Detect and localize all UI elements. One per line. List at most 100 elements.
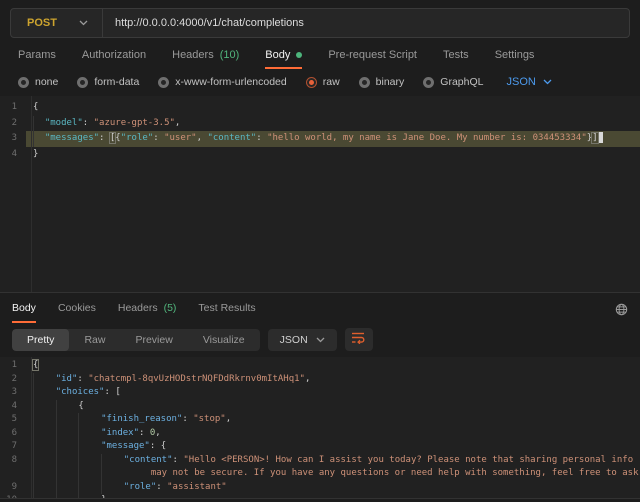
code-line: 8 "content": "Hello <PERSON>! How can I …	[0, 454, 640, 468]
code-content: "model": "azure-gpt-3.5",	[26, 116, 640, 132]
response-tab-body[interactable]: Body	[12, 295, 36, 323]
tab-label: Authorization	[82, 49, 146, 61]
globe-button[interactable]	[615, 295, 628, 323]
code-line: 2 "model": "azure-gpt-3.5",	[0, 116, 640, 132]
response-tab-label: Headers	[118, 302, 158, 314]
body-format-label: JSON	[506, 76, 535, 88]
body-type-graphql[interactable]: GraphQL	[423, 76, 483, 88]
method-dropdown[interactable]: POST	[11, 9, 102, 37]
radio-icon	[306, 77, 317, 88]
tab-label: Settings	[495, 49, 535, 61]
body-type-label: GraphQL	[440, 76, 483, 88]
tab-params[interactable]: Params	[18, 42, 56, 69]
code-line: 4}	[0, 147, 640, 163]
view-pretty[interactable]: Pretty	[12, 329, 69, 351]
radio-icon	[77, 77, 88, 88]
unsaved-changes-dot	[296, 52, 302, 58]
code-line: 6 "index": 0,	[0, 427, 640, 441]
response-body-editor[interactable]: 1{2 "id": "chatcmpl-8qvUzHODstrNQFDdRkrn…	[0, 357, 640, 499]
tab-label: Headers	[172, 49, 214, 61]
body-type-none[interactable]: none	[18, 76, 58, 88]
line-number: 1	[0, 100, 26, 116]
code-line: 7 "message": {	[0, 440, 640, 454]
tab-authorization[interactable]: Authorization	[82, 42, 146, 69]
url-input[interactable]: http://0.0.0.0:4000/v1/chat/completions	[103, 9, 629, 37]
code-content: }	[26, 494, 640, 499]
chevron-down-icon	[79, 20, 88, 26]
code-line: 2 "id": "chatcmpl-8qvUzHODstrNQFDdRkrnv0…	[0, 373, 640, 387]
tab-headers[interactable]: Headers(10)	[172, 42, 239, 69]
line-number: 5	[0, 413, 26, 427]
response-tab-label: Test Results	[198, 302, 255, 314]
line-number: 3	[0, 386, 26, 400]
code-content: "message": {	[26, 440, 640, 454]
wrap-text-icon	[351, 331, 366, 349]
line-number: 9	[0, 481, 26, 495]
code-content: {	[26, 400, 640, 414]
line-number: 7	[0, 440, 26, 454]
request-tabs: Params Authorization Headers(10) Body Pre-re…	[0, 42, 640, 69]
body-type-form-data[interactable]: form-data	[77, 76, 139, 88]
response-tabs: Body Cookies Headers (5) Test Results	[0, 295, 640, 323]
code-content: {	[26, 359, 640, 373]
body-type-label: x-www-form-urlencoded	[175, 76, 286, 88]
response-tab-label: Body	[12, 302, 36, 314]
gutter-divider	[31, 96, 32, 292]
body-type-label: binary	[376, 76, 405, 88]
line-number: 2	[0, 116, 26, 132]
line-number: 10	[0, 494, 26, 499]
response-toolbar: PrettyRawPreviewVisualize JSON	[0, 323, 640, 357]
code-line: 3 "messages": [{"role": "user", "content…	[0, 131, 640, 147]
tab-tests[interactable]: Tests	[443, 42, 469, 69]
wrap-text-button[interactable]	[345, 328, 373, 351]
view-raw[interactable]: Raw	[69, 329, 120, 351]
response-format-dropdown[interactable]: JSON	[268, 329, 337, 351]
method-label: POST	[27, 17, 57, 29]
code-line: may not be secure. If you have any quest…	[0, 467, 640, 481]
code-line: 5 "finish_reason": "stop",	[0, 413, 640, 427]
tab-label: Params	[18, 49, 56, 61]
radio-icon	[158, 77, 169, 88]
request-body-editor[interactable]: 1{2 "model": "azure-gpt-3.5",3 "messages…	[0, 96, 640, 293]
line-number: 4	[0, 147, 26, 163]
tab-pre-request-script[interactable]: Pre-request Script	[328, 42, 417, 69]
line-number: 1	[0, 359, 26, 373]
view-visualize[interactable]: Visualize	[188, 329, 260, 351]
response-tab-cookies[interactable]: Cookies	[58, 295, 96, 323]
line-number: 6	[0, 427, 26, 441]
text-cursor	[599, 132, 603, 143]
code-line: 3 "choices": [	[0, 386, 640, 400]
radio-icon	[423, 77, 434, 88]
response-tab-test-results[interactable]: Test Results	[198, 295, 255, 323]
tab-label: Tests	[443, 49, 469, 61]
body-format-dropdown[interactable]: JSON	[506, 76, 551, 88]
line-number: 4	[0, 400, 26, 414]
body-type-binary[interactable]: binary	[359, 76, 405, 88]
code-content: "index": 0,	[26, 427, 640, 441]
gutter-divider	[31, 357, 32, 498]
line-number: 3	[0, 131, 26, 147]
body-type-label: raw	[323, 76, 340, 88]
code-content: "id": "chatcmpl-8qvUzHODstrNQFDdRkrnv0mI…	[26, 373, 640, 387]
response-view-switcher: PrettyRawPreviewVisualize	[12, 329, 260, 351]
code-line: 1{	[0, 100, 640, 116]
code-line: 10 }	[0, 494, 640, 499]
radio-icon	[18, 77, 29, 88]
tab-settings[interactable]: Settings	[495, 42, 535, 69]
tab-body[interactable]: Body	[265, 42, 302, 69]
body-type-x-www-form-urlencoded[interactable]: x-www-form-urlencoded	[158, 76, 286, 88]
code-content: "choices": [	[26, 386, 640, 400]
code-content: }	[26, 147, 640, 163]
code-content: "messages": [{"role": "user", "content":…	[26, 131, 640, 147]
radio-icon	[359, 77, 370, 88]
chevron-down-icon	[543, 79, 552, 85]
response-tab-count-badge: (5)	[164, 302, 177, 314]
code-content: "finish_reason": "stop",	[26, 413, 640, 427]
request-url-bar: POST http://0.0.0.0:4000/v1/chat/complet…	[10, 8, 630, 38]
body-type-raw[interactable]: raw	[306, 76, 340, 88]
response-tab-headers[interactable]: Headers (5)	[118, 295, 177, 323]
view-preview[interactable]: Preview	[120, 329, 187, 351]
code-content: "content": "Hello <PERSON>! How can I as…	[26, 454, 640, 468]
tab-label: Pre-request Script	[328, 49, 417, 61]
response-format-label: JSON	[280, 334, 308, 346]
